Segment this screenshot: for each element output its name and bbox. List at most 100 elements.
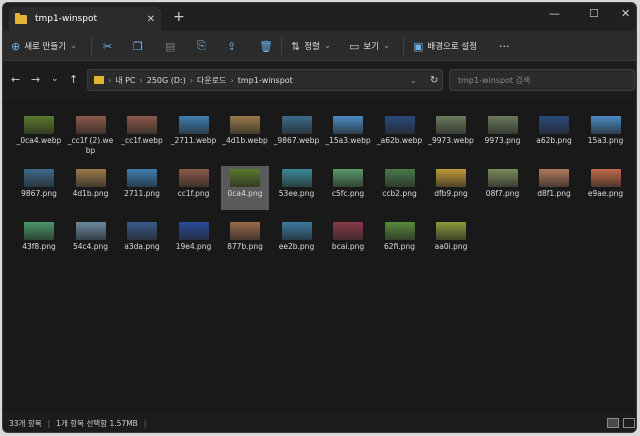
breadcrumb-downloads[interactable]: 다운로드 xyxy=(197,75,226,86)
new-tab-button[interactable]: + xyxy=(173,9,185,25)
file-item[interactable]: aa0i.png xyxy=(427,219,475,263)
back-arrow-icon[interactable]: ← xyxy=(11,73,20,86)
item-count: 33개 항목 xyxy=(9,419,42,428)
breadcrumb-current-folder[interactable]: tmp1-winspot xyxy=(238,76,293,85)
file-item[interactable]: a3da.png xyxy=(118,219,166,263)
file-name: 15a3.png xyxy=(587,136,624,145)
file-item[interactable]: 2711.png xyxy=(118,166,166,210)
sort-button[interactable]: ⇅ 정렬 ⌄ xyxy=(291,37,331,55)
file-item[interactable]: _9867.webp xyxy=(273,113,321,157)
file-item[interactable]: d8f1.png xyxy=(530,166,578,210)
recent-locations-icon[interactable]: ⌄ xyxy=(51,74,59,84)
copy-icon: ❐ xyxy=(133,39,143,53)
file-name: _cc1f.webp xyxy=(121,136,163,145)
file-name: cc1f.png xyxy=(177,189,210,198)
folder-icon xyxy=(94,76,104,84)
status-divider: | xyxy=(47,419,51,428)
tab-tmp1-winspot[interactable]: tmp1-winspot ✕ xyxy=(9,7,161,31)
file-item[interactable]: _4d1b.webp xyxy=(221,113,269,157)
file-name: 877b.png xyxy=(227,242,263,251)
file-name: bcai.png xyxy=(331,242,365,251)
file-item[interactable]: bcai.png xyxy=(324,219,372,263)
file-item[interactable]: cc1f.png xyxy=(170,166,218,210)
file-item[interactable]: 15a3.png xyxy=(582,113,630,157)
close-button[interactable]: ✕ xyxy=(621,7,630,20)
copy-button[interactable]: ❐ xyxy=(133,37,147,55)
file-item[interactable]: 9867.png xyxy=(15,166,63,210)
file-item[interactable]: e9ae.png xyxy=(582,166,630,210)
file-item[interactable]: 43f8.png xyxy=(15,219,63,263)
file-name: e9ae.png xyxy=(587,189,624,198)
status-divider: | xyxy=(143,419,147,428)
view-label: 보기 xyxy=(363,42,380,52)
file-item[interactable]: _9973.webp xyxy=(427,113,475,157)
paste-button[interactable]: ▤ xyxy=(165,37,179,55)
file-item[interactable]: 62fi.png xyxy=(376,219,424,263)
wallpaper-icon: ▣ xyxy=(413,39,424,53)
search-placeholder: tmp1-winspot 검색 xyxy=(458,75,531,85)
file-name: _15a3.webp xyxy=(325,136,371,145)
cut-button[interactable]: ✂ xyxy=(103,37,116,55)
file-name: _a62b.webp xyxy=(376,136,423,145)
file-item[interactable]: 54c4.png xyxy=(67,219,115,263)
share-icon: ⇪ xyxy=(227,39,237,53)
more-options-button[interactable]: ··· xyxy=(499,37,510,55)
tab-close-icon[interactable]: ✕ xyxy=(147,14,155,25)
file-name: 2711.png xyxy=(124,189,160,198)
file-name: a3da.png xyxy=(124,242,160,251)
set-background-button[interactable]: ▣ 배경으로 설정 xyxy=(413,37,477,55)
image-thumbnail xyxy=(384,116,415,134)
image-thumbnail xyxy=(333,116,363,134)
file-item[interactable]: 4d1b.png xyxy=(67,166,115,210)
image-thumbnail xyxy=(24,222,54,240)
address-row: ← → ⌄ ↑ › 내 PC › 250G (D:) › 다운로드 › tmp1… xyxy=(3,61,636,99)
delete-button[interactable]: 🗑 xyxy=(259,37,277,55)
file-item[interactable]: _2711.webp xyxy=(170,113,218,157)
file-name: 0ca4.png xyxy=(227,189,263,198)
minimize-button[interactable]: — xyxy=(549,7,560,20)
address-dropdown-icon[interactable]: ⌄ xyxy=(410,76,417,85)
refresh-icon[interactable]: ↻ xyxy=(430,75,438,86)
forward-arrow-icon[interactable]: → xyxy=(31,73,40,86)
breadcrumb-this-pc[interactable]: 내 PC xyxy=(115,75,135,86)
file-item[interactable]: 0ca4.png xyxy=(221,166,269,210)
file-item[interactable]: 877b.png xyxy=(221,219,269,263)
file-item[interactable]: _cc1f.webp xyxy=(118,113,166,157)
file-item[interactable]: dfb9.png xyxy=(427,166,475,210)
image-thumbnail xyxy=(230,222,260,240)
file-grid: _0ca4.webp _cc1f (2).webp _cc1f.webp _2711.… xyxy=(3,99,636,413)
breadcrumb-drive[interactable]: 250G (D:) xyxy=(147,76,186,85)
file-item[interactable]: a62b.png xyxy=(530,113,578,157)
file-item[interactable]: 53ee.png xyxy=(273,166,321,210)
file-item[interactable]: _15a3.webp xyxy=(324,113,372,157)
image-thumbnail xyxy=(436,116,466,134)
up-arrow-icon[interactable]: ↑ xyxy=(69,73,78,86)
file-name: 43f8.png xyxy=(22,242,56,251)
details-view-button[interactable] xyxy=(607,418,619,428)
image-thumbnail xyxy=(230,116,260,134)
view-button[interactable]: ▭ 보기 ⌄ xyxy=(349,37,390,55)
image-thumbnail xyxy=(178,222,209,240)
file-item[interactable]: _cc1f (2).webp xyxy=(67,113,115,157)
new-button[interactable]: ⊕ 새로 만들기 ⌄ xyxy=(11,37,77,55)
chevron-down-icon: ⌄ xyxy=(70,41,78,51)
file-name: 54c4.png xyxy=(72,242,109,251)
file-item[interactable]: 08f7.png xyxy=(479,166,527,210)
image-thumbnail xyxy=(384,222,415,240)
maximize-button[interactable]: ☐ xyxy=(589,7,599,20)
file-item[interactable]: _a62b.webp xyxy=(376,113,424,157)
thumbnail-view-button[interactable] xyxy=(623,418,635,428)
search-input[interactable]: tmp1-winspot 검색 xyxy=(449,69,635,91)
file-item[interactable]: ee2b.png xyxy=(273,219,321,263)
chevron-right-icon: › xyxy=(139,75,143,85)
file-item[interactable]: _0ca4.webp xyxy=(15,113,63,157)
file-name: 9973.png xyxy=(484,136,521,145)
file-item[interactable]: ccb2.png xyxy=(376,166,424,210)
file-item[interactable]: 9973.png xyxy=(479,113,527,157)
file-name: aa0i.png xyxy=(434,242,468,251)
file-item[interactable]: 19e4.png xyxy=(170,219,218,263)
file-item[interactable]: c5fc.png xyxy=(324,166,372,210)
address-bar[interactable]: › 내 PC › 250G (D:) › 다운로드 › tmp1-winspot… xyxy=(87,69,443,91)
share-button[interactable]: ⇪ xyxy=(227,37,240,55)
rename-button[interactable]: ⎘ xyxy=(197,37,210,55)
